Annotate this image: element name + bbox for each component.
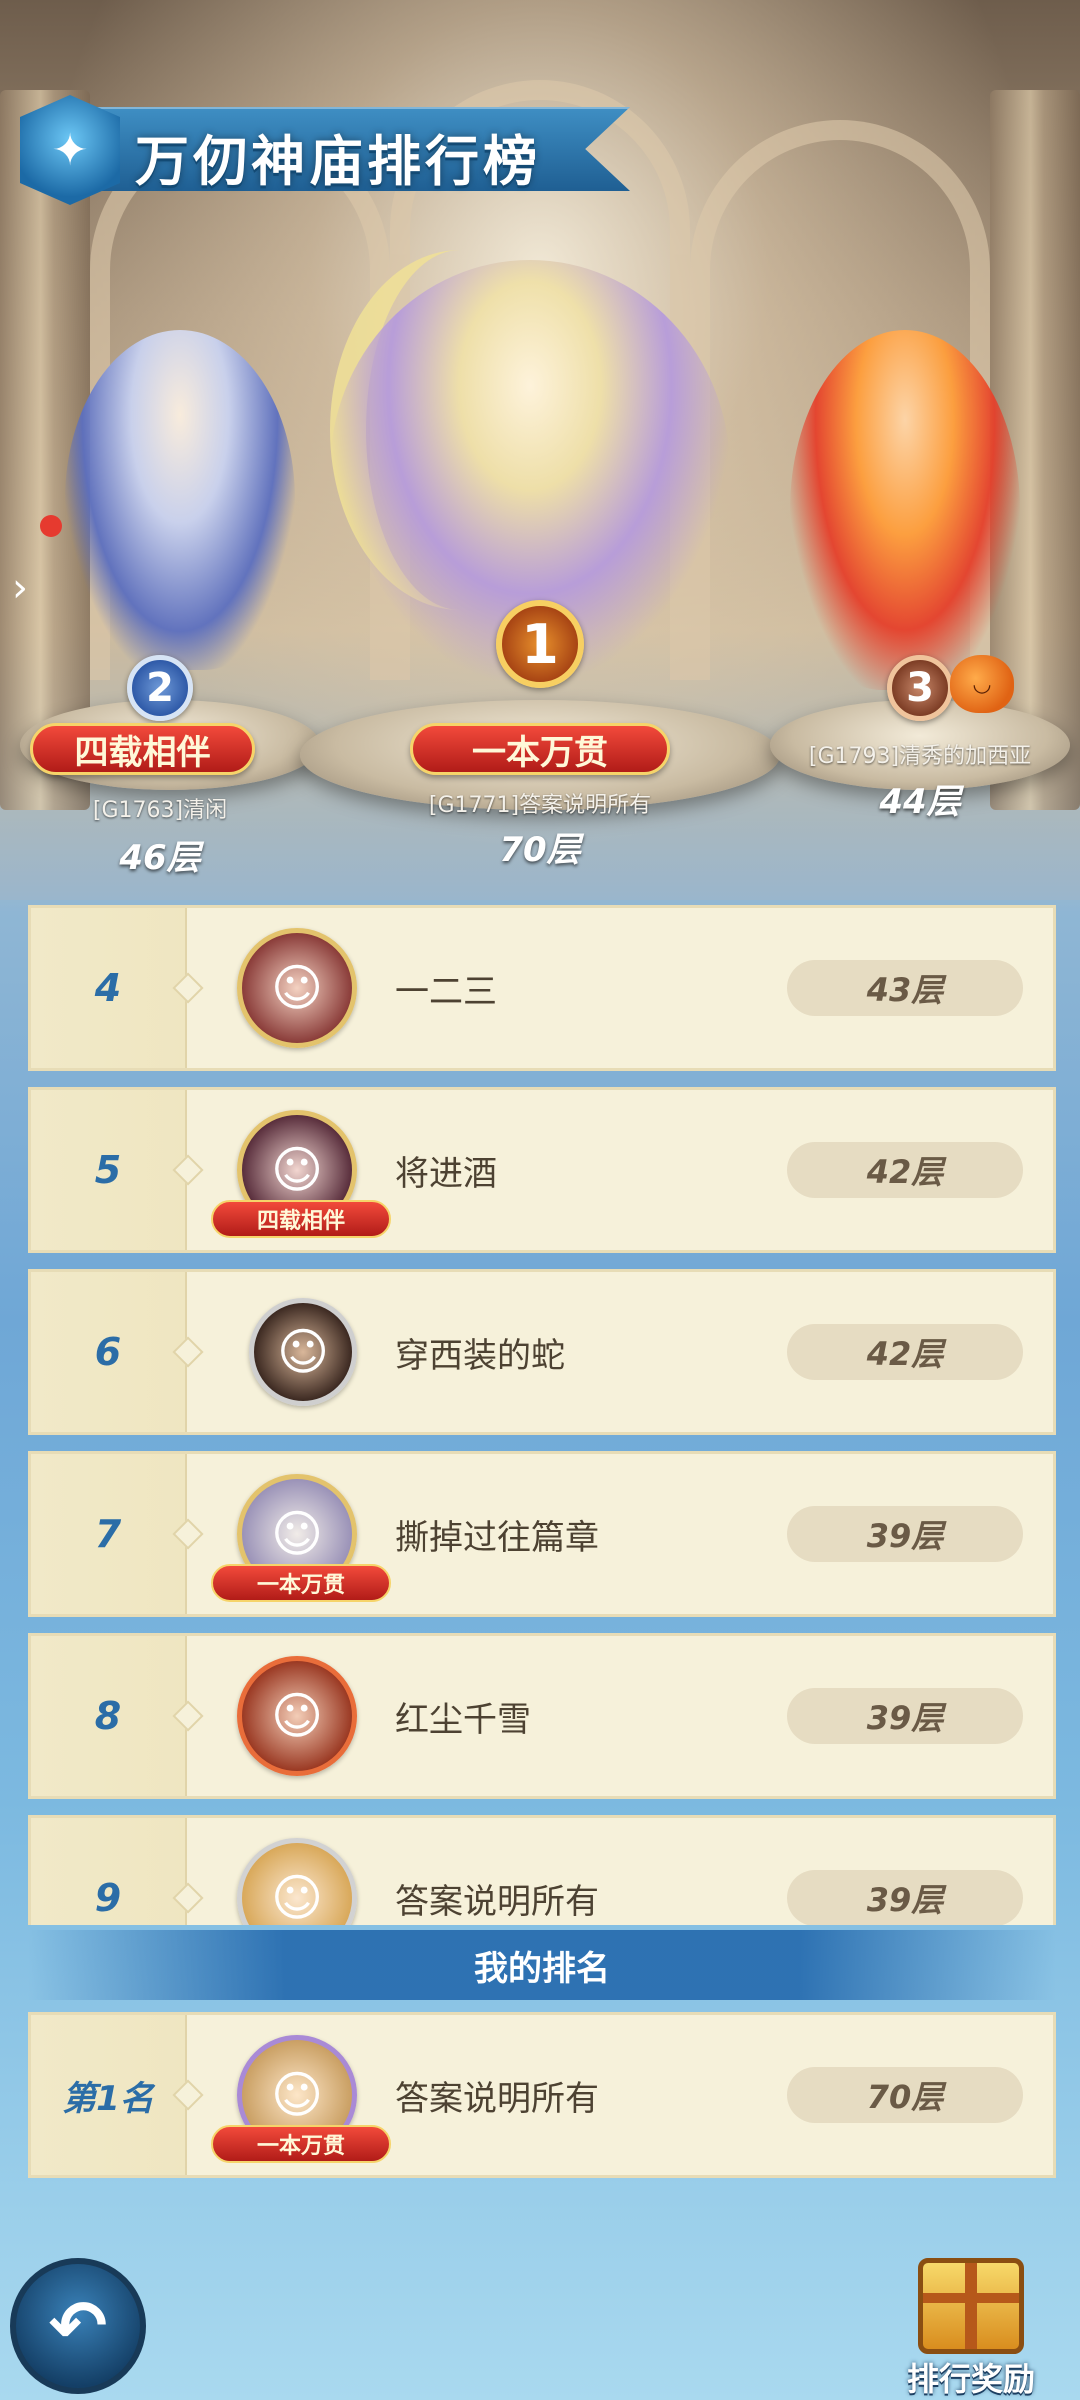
rank-number: 4	[31, 908, 204, 1068]
rank-number: 第1名	[31, 2015, 204, 2175]
rank-1-badge: 1	[496, 600, 584, 688]
rank-3-badge: 3	[887, 655, 953, 721]
diamond-ornament	[172, 1154, 204, 1186]
floor-value: 39层	[787, 1506, 1023, 1562]
list-item[interactable]: 9 ☺ 答案说明所有 39层	[28, 1815, 1056, 1925]
list-item[interactable]: 8 ☺ 红尘千雪 39层	[28, 1633, 1056, 1799]
rank-2-title-tag: 四载相伴	[30, 723, 255, 775]
avatar[interactable]: ☺	[237, 1656, 357, 1776]
list-item[interactable]: 4 ☺ 一二三 43层	[28, 905, 1056, 1071]
list-item[interactable]: 5 ☺ 四载相伴 将进酒 42层	[28, 1087, 1056, 1253]
pumpkin-pet-icon: ◡	[950, 655, 1014, 713]
notification-dot	[40, 515, 62, 537]
avatar[interactable]: ☺	[249, 1298, 357, 1406]
player-name: 一二三	[395, 971, 497, 1012]
page-title: 万仞神庙排行榜	[135, 130, 541, 193]
back-button[interactable]: ↶	[10, 2258, 146, 2394]
rank-number-text: 6	[94, 1330, 122, 1374]
rank-3-name: [G1793]清秀的加西亚	[808, 744, 1032, 769]
avatar[interactable]: ☺	[237, 1838, 357, 1925]
floor-value: 42层	[787, 1324, 1023, 1380]
diamond-ornament	[172, 972, 204, 1004]
rank-number: 6	[31, 1272, 204, 1432]
diamond-ornament	[172, 1518, 204, 1550]
rank-list[interactable]: 4 ☺ 一二三 43层 5 ☺ 四载相伴 将进酒 42层 6 ☺ 穿西装的蛇 4…	[28, 905, 1056, 1925]
player-name: 红尘千雪	[395, 1699, 531, 1740]
rank-number-text: 5	[94, 1148, 122, 1192]
list-item[interactable]: 第1名 ☺ 一本万贯 答案说明所有 70层	[28, 2012, 1056, 2178]
rank-number-text: 7	[94, 1512, 122, 1556]
list-item[interactable]: 7 ☺ 一本万贯 撕掉过往篇章 39层	[28, 1451, 1056, 1617]
shield-badge-icon: ✦	[20, 95, 120, 205]
my-rank-header: 我的排名	[28, 1930, 1056, 2000]
rank-reward-label: 排行奖励	[906, 2360, 1035, 2398]
floor-value: 39层	[787, 1870, 1023, 1925]
player-name: 穿西装的蛇	[395, 1335, 565, 1376]
floor-value: 70层	[787, 2067, 1023, 2123]
rank-1-title-tag: 一本万贯	[410, 723, 670, 775]
diamond-ornament	[172, 1700, 204, 1732]
player-name: 撕掉过往篇章	[395, 1517, 599, 1558]
floor-value: 39层	[787, 1688, 1023, 1744]
avatar-title-tag: 一本万贯	[211, 2125, 391, 2163]
rank-2-floor: 46层	[119, 838, 201, 878]
diamond-ornament	[172, 1882, 204, 1914]
rank-number: 5	[31, 1090, 204, 1250]
title-banner: ✦ 万仞神庙排行榜	[20, 95, 630, 205]
rank-1-floor: 70层	[499, 830, 581, 870]
chevron-right-icon[interactable]: ›	[0, 548, 40, 628]
my-rank-row[interactable]: 第1名 ☺ 一本万贯 答案说明所有 70层	[28, 2012, 1056, 2178]
player-name: 答案说明所有	[395, 1881, 599, 1922]
rank-number: 7	[31, 1454, 204, 1614]
player-name: 答案说明所有	[395, 2078, 599, 2119]
character-rank-2[interactable]	[65, 330, 295, 670]
rank-number-text: 8	[94, 1694, 122, 1738]
character-rank-3[interactable]	[790, 330, 1020, 690]
avatar[interactable]: ☺	[237, 928, 357, 1048]
diamond-ornament	[172, 2079, 204, 2111]
avatar-title-tag: 四载相伴	[211, 1200, 391, 1238]
my-rank-number: 第1名	[62, 2078, 154, 2119]
rank-number-text: 4	[94, 966, 122, 1010]
rank-2-badge: 2	[127, 655, 193, 721]
rank-1-name: [G1771]答案说明所有	[428, 793, 652, 818]
rank-number: 9	[31, 1818, 204, 1925]
rank-number-text: 9	[94, 1876, 122, 1920]
rank-3-floor: 44层	[879, 782, 961, 822]
floor-value: 43层	[787, 960, 1023, 1016]
player-name: 将进酒	[395, 1153, 497, 1194]
diamond-ornament	[172, 1336, 204, 1368]
gift-box-icon	[918, 2258, 1024, 2354]
back-arrow-icon: ↶	[48, 2285, 108, 2367]
floor-value: 42层	[787, 1142, 1023, 1198]
rank-2-name: [G1763]清闲	[92, 798, 228, 823]
rank-number: 8	[31, 1636, 204, 1796]
list-item[interactable]: 6 ☺ 穿西装的蛇 42层	[28, 1269, 1056, 1435]
rank-reward-button[interactable]: 排行奖励	[896, 2250, 1046, 2400]
my-rank-header-text: 我的排名	[474, 1948, 610, 1989]
avatar-title-tag: 一本万贯	[211, 1564, 391, 1602]
